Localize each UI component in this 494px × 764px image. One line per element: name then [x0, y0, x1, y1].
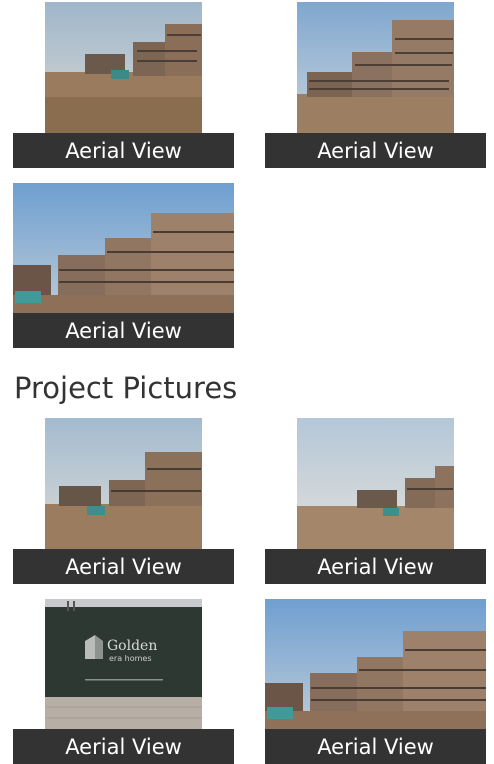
photo-caption: Aerial View: [13, 549, 234, 584]
section-title: Project Pictures: [14, 371, 238, 405]
photo-caption: Aerial View: [13, 729, 234, 764]
photo-caption: Aerial View: [265, 133, 486, 168]
construction-photo[interactable]: [45, 2, 202, 133]
construction-photo[interactable]: [13, 183, 234, 314]
photo-caption: Aerial View: [265, 729, 486, 764]
photo-caption: Aerial View: [13, 133, 234, 168]
photo-caption: Aerial View: [265, 549, 486, 584]
construction-photo[interactable]: [45, 418, 202, 549]
construction-photo[interactable]: [297, 418, 454, 549]
construction-photo[interactable]: [265, 599, 486, 730]
hoarding-photo[interactable]: Golden era homes: [45, 599, 202, 730]
svg-text:era homes: era homes: [109, 654, 152, 663]
photo-caption: Aerial View: [13, 313, 234, 348]
svg-text:Golden: Golden: [107, 638, 157, 654]
construction-photo[interactable]: [297, 2, 454, 133]
